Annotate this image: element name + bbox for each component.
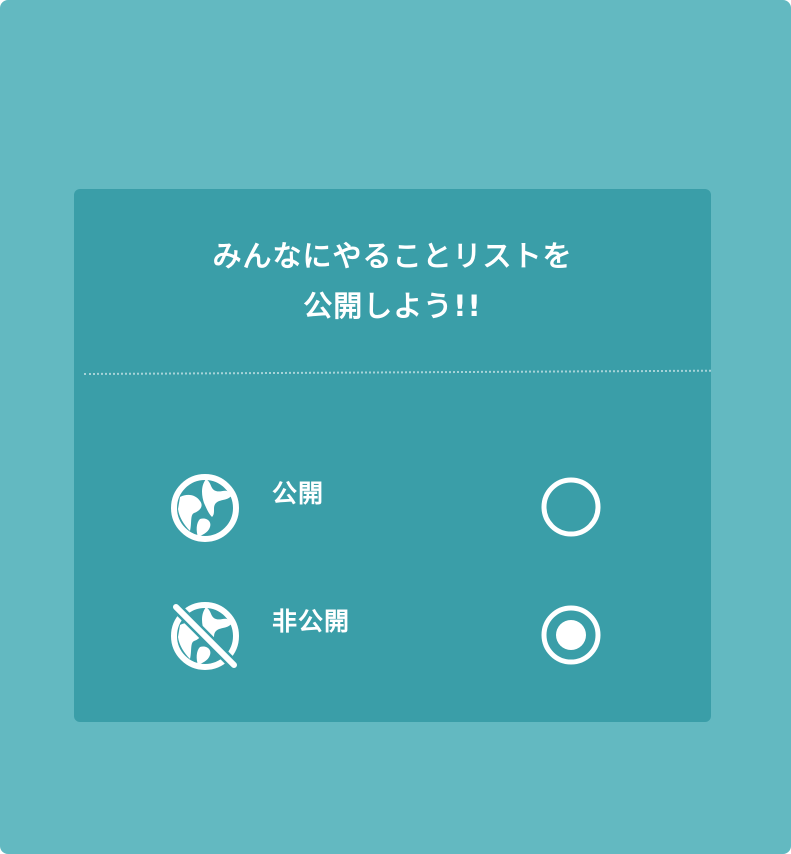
option-private[interactable]: 非公開 — [74, 595, 711, 675]
globe-off-icon — [170, 601, 240, 671]
option-public[interactable]: 公開 — [74, 467, 711, 547]
option-private-label: 非公開 — [272, 607, 351, 636]
radio-unselected-icon[interactable] — [539, 475, 603, 539]
dialog-title-line-2: 公開しよう!! — [303, 289, 482, 323]
radio-selected-icon[interactable] — [539, 603, 603, 667]
dialog-title: みんなにやることリストを 公開しよう!! — [74, 231, 711, 331]
dotted-divider — [83, 369, 711, 375]
visibility-dialog: みんなにやることリストを 公開しよう!! 公開 非公開 — [74, 189, 711, 722]
option-public-label: 公開 — [272, 479, 325, 508]
dialog-title-line-1: みんなにやることリストを — [212, 239, 573, 273]
modal-backdrop: みんなにやることリストを 公開しよう!! 公開 非公開 — [0, 0, 791, 854]
globe-icon — [171, 474, 239, 542]
